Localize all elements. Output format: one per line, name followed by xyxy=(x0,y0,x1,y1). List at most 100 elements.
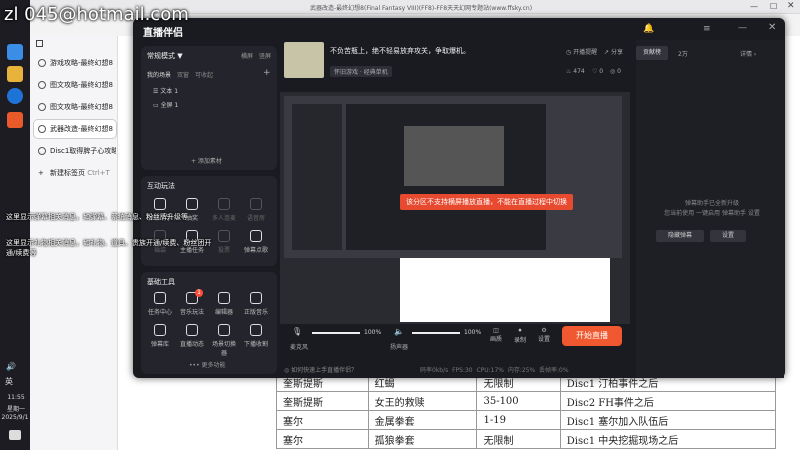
tool-tile[interactable]: 弹幕库 xyxy=(147,324,173,348)
switch-icon xyxy=(218,324,230,336)
interact-tile[interactable]: 弹幕点歌 xyxy=(243,230,269,254)
shield-icon xyxy=(186,198,198,210)
source-item[interactable]: ▭ 全屏 1 xyxy=(153,100,178,109)
editor-icon xyxy=(218,292,230,304)
harvest-icon xyxy=(250,324,262,336)
mic-label: 麦克风 xyxy=(290,344,309,351)
tool-tile[interactable]: 任务中心 xyxy=(147,292,173,316)
tool-tile[interactable]: 下播收割 xyxy=(243,324,269,348)
mode-vertical[interactable]: 竖屏 xyxy=(259,51,271,60)
help-link[interactable]: ◎ 如何快速上手直播伴侣？ xyxy=(284,365,357,374)
details-link[interactable]: 详情 › xyxy=(740,49,756,58)
plus-icon: + xyxy=(38,169,44,177)
share-button[interactable]: ↗ 分享 xyxy=(604,47,623,56)
feed-icon xyxy=(186,324,198,336)
danmu-settings-button[interactable]: 设置 xyxy=(710,230,746,242)
menu-icon[interactable]: ≡ xyxy=(703,24,711,34)
tab-item-active[interactable]: 武器改造-最终幻想8 xyxy=(34,120,116,138)
tab-item[interactable]: 游戏攻略-最终幻想8 xyxy=(34,54,116,72)
app-close-icon[interactable]: ✕ xyxy=(768,22,776,33)
contribution-count: 2万 xyxy=(678,51,688,58)
scenes-label: 我的场景 xyxy=(147,72,172,79)
preview-warning-toast: 该分区不支持横屏播放直播，不能在直播过程中切换 xyxy=(400,194,573,210)
settings-button[interactable]: ⚙ 设置 xyxy=(538,327,550,343)
folder-icon[interactable] xyxy=(7,66,23,82)
stat-viewers: ◎ 0 xyxy=(610,68,621,75)
hide-danmu-button[interactable]: 隐藏弹幕 xyxy=(656,230,704,242)
tools-title: 基础工具 xyxy=(147,278,175,286)
tool-tile[interactable]: 1 音乐玩法 xyxy=(179,289,205,316)
mode-horizontal[interactable]: 横屏 xyxy=(241,51,253,60)
notification-icon[interactable] xyxy=(9,430,21,440)
table-row: 塞尔 孤狼拳套 无限制 Disc1 中央挖掘现场之后 xyxy=(276,429,777,449)
tab-item[interactable]: Disc1取得脾子心攻略 xyxy=(34,142,116,160)
stream-title[interactable]: 不负苦瓶上，绝不轻易放弃攻关，争取爆机。 xyxy=(330,46,470,56)
record-icon: ⏺ xyxy=(518,327,522,334)
minimize-icon[interactable]: — xyxy=(750,2,758,11)
stream-category[interactable]: 怀旧游戏 · 经典单机 xyxy=(330,66,392,77)
contribution-tab[interactable]: 贡献榜 xyxy=(636,46,668,60)
start-live-button[interactable]: 开始直播 xyxy=(562,326,622,346)
more-tools-button[interactable]: ••• 更多功能 xyxy=(189,360,226,369)
tab-actions-icon[interactable] xyxy=(36,40,43,47)
users-icon xyxy=(218,198,230,210)
checklist-icon xyxy=(154,292,166,304)
vote-icon xyxy=(218,230,230,242)
source-item[interactable]: ☰ 文本 1 xyxy=(153,86,178,95)
music-note-icon xyxy=(250,292,262,304)
interact-tile[interactable]: 语音房 xyxy=(243,198,269,222)
close-icon[interactable]: ✕ xyxy=(787,1,795,11)
app-minimize-icon[interactable]: — xyxy=(738,23,747,33)
mic-icon[interactable]: 🎙 xyxy=(292,327,302,336)
tool-tile[interactable]: 直播动态 xyxy=(179,324,205,348)
right-panel: 贡献榜 2万 详情 › 弹幕助手已全新升级 您当前使用 一键启用 弹幕助手 设置… xyxy=(636,40,784,378)
tab-item[interactable]: 图文攻略-最终幻想8 xyxy=(34,76,116,94)
volume-icon[interactable]: 🔊 xyxy=(6,362,16,371)
watermark-text: zl 045@hotmail.com xyxy=(4,4,189,25)
clock-time[interactable]: 11:55 xyxy=(2,394,30,401)
stat-fans: ♨ 474 xyxy=(566,68,585,75)
speaker-icon[interactable]: 🔈 xyxy=(394,327,404,336)
globe-icon xyxy=(38,59,46,67)
app-icon[interactable] xyxy=(7,112,23,128)
tool-tile[interactable]: 正版音乐 xyxy=(243,292,269,316)
tool-tile[interactable]: 编辑器 xyxy=(211,292,237,316)
quality-icon: ◫ xyxy=(493,327,499,334)
tools-card: 基础工具 任务中心 1 音乐玩法 编辑器 正版音乐 弹幕库 直播动态 场景切换器 … xyxy=(141,272,277,374)
mic-volume-slider[interactable] xyxy=(312,332,360,334)
table-row: 塞尔 金属拳套 1-19 Disc1 塞尔加入队伍后 xyxy=(276,410,777,430)
scene-tab[interactable]: 双窗 xyxy=(177,70,189,79)
globe-icon xyxy=(38,125,46,133)
screen-icon: ▭ xyxy=(153,102,161,109)
globe-icon xyxy=(38,147,46,155)
file-explorer-icon[interactable] xyxy=(7,44,23,60)
speaker-volume-slider[interactable] xyxy=(412,332,460,334)
danmu-setup-msg[interactable]: 您当前使用 一键启用 弹幕助手 设置 xyxy=(644,208,780,217)
tool-tile[interactable]: 场景切换器 xyxy=(211,324,237,357)
danmu-caption: 这里显示弹幕相关消息，如弹幕、系统消息、粉丝牌升级等 xyxy=(6,213,188,221)
maximize-icon[interactable]: ☐ xyxy=(770,2,777,11)
tab-item[interactable]: 图文攻略-最终幻想8 xyxy=(34,98,116,116)
danmu-upgrade-msg: 弹幕助手已全新升级 xyxy=(684,200,739,207)
mode-selector[interactable]: 常规模式 ▼ xyxy=(147,51,183,61)
preview-webpage-table xyxy=(400,258,610,322)
chat-icon xyxy=(154,198,166,210)
add-scene-icon[interactable]: + xyxy=(263,68,271,78)
interact-title: 互动玩法 xyxy=(147,182,175,190)
add-source-button[interactable]: + 添加素材 xyxy=(191,156,222,165)
mic-icon xyxy=(250,198,262,210)
notification-bell-icon[interactable]: 🔔 xyxy=(643,24,654,34)
ime-language[interactable]: 英 xyxy=(5,376,13,387)
mic-volume-value: 100% xyxy=(364,329,382,336)
speaker-volume-value: 100% xyxy=(464,329,482,336)
follow-reminder-button[interactable]: ◷ 开播提醒 xyxy=(566,47,597,56)
stream-preview[interactable]: 该分区不支持横屏播放直播，不能在直播过程中切换 xyxy=(280,92,630,324)
quality-button[interactable]: ◫ 画质 xyxy=(490,327,502,343)
clock-date: 2025/9/1 xyxy=(1,414,29,421)
record-button[interactable]: ⏺ 录制 xyxy=(514,327,526,344)
edge-icon[interactable] xyxy=(7,88,23,104)
new-tab-button[interactable]: + 新建标签页 Ctrl+T xyxy=(34,164,116,182)
share-icon: ↗ xyxy=(604,49,611,56)
cover-thumbnail[interactable] xyxy=(284,42,324,78)
scene-tab[interactable]: 可收起 xyxy=(195,70,213,79)
